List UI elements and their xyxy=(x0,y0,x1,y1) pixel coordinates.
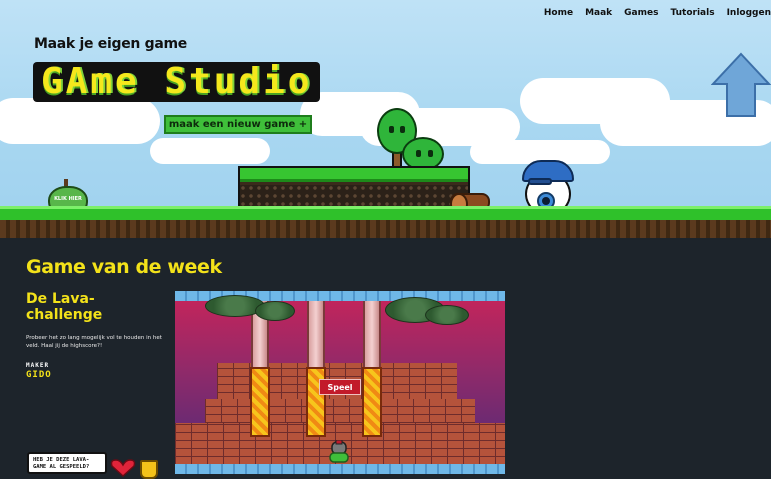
cloud xyxy=(150,138,270,164)
nav-games[interactable]: Games xyxy=(624,8,658,18)
tree-eye xyxy=(389,126,394,133)
play-button[interactable]: Speel xyxy=(319,379,361,395)
nav-home[interactable]: Home xyxy=(544,8,573,18)
top-nav: Home Maak Games Tutorials Inloggen xyxy=(544,8,771,18)
lava-column xyxy=(362,367,382,437)
heart-icon xyxy=(110,459,136,478)
nav-maak[interactable]: Maak xyxy=(585,8,612,18)
maker-name[interactable]: GIDO xyxy=(26,370,52,380)
apple-label: KLIK HIER xyxy=(54,196,82,202)
speech-bubble: HEB JE DEZE LAVA-GAME AL GESPEELD? xyxy=(27,452,107,474)
trophy-icon xyxy=(140,460,158,479)
ground xyxy=(0,206,771,238)
hero-tagline: Maak je eigen game xyxy=(34,36,187,52)
grass-platform xyxy=(238,166,470,208)
preview-bottom-border xyxy=(175,464,505,474)
game-of-week-heading: Game van de week xyxy=(26,256,222,278)
eyeball-pupil xyxy=(542,197,550,205)
nav-inloggen[interactable]: Inloggen xyxy=(727,8,771,18)
ground-grass xyxy=(0,206,771,220)
hero-banner: Home Maak Games Tutorials Inloggen Maak … xyxy=(0,0,771,238)
lava-column xyxy=(250,367,270,437)
game-description: Probeer het zo lang mogelijk vol te houd… xyxy=(26,335,162,349)
new-game-button[interactable]: maak een nieuw game + xyxy=(164,115,312,134)
hanging-vine xyxy=(255,301,295,321)
ground-dirt xyxy=(0,220,771,238)
tree-eye xyxy=(400,126,405,133)
maker-label: MAKER xyxy=(26,362,50,369)
nav-tutorials[interactable]: Tutorials xyxy=(670,8,714,18)
tree-eye xyxy=(416,150,421,157)
lava-column xyxy=(306,367,326,437)
blue-cap-brim xyxy=(528,178,552,185)
arrow-up-icon xyxy=(711,52,771,117)
stone-pillar xyxy=(307,301,325,371)
tree-eye xyxy=(428,150,433,157)
game-title[interactable]: De Lava-challenge xyxy=(26,291,156,323)
game-studio-logo: GAme Studio xyxy=(33,62,321,102)
hanging-vine xyxy=(425,305,469,325)
platform-dirt xyxy=(240,185,468,206)
robot-player-icon xyxy=(329,440,349,463)
stone-pillar xyxy=(363,301,381,371)
platform-grass xyxy=(240,168,468,182)
